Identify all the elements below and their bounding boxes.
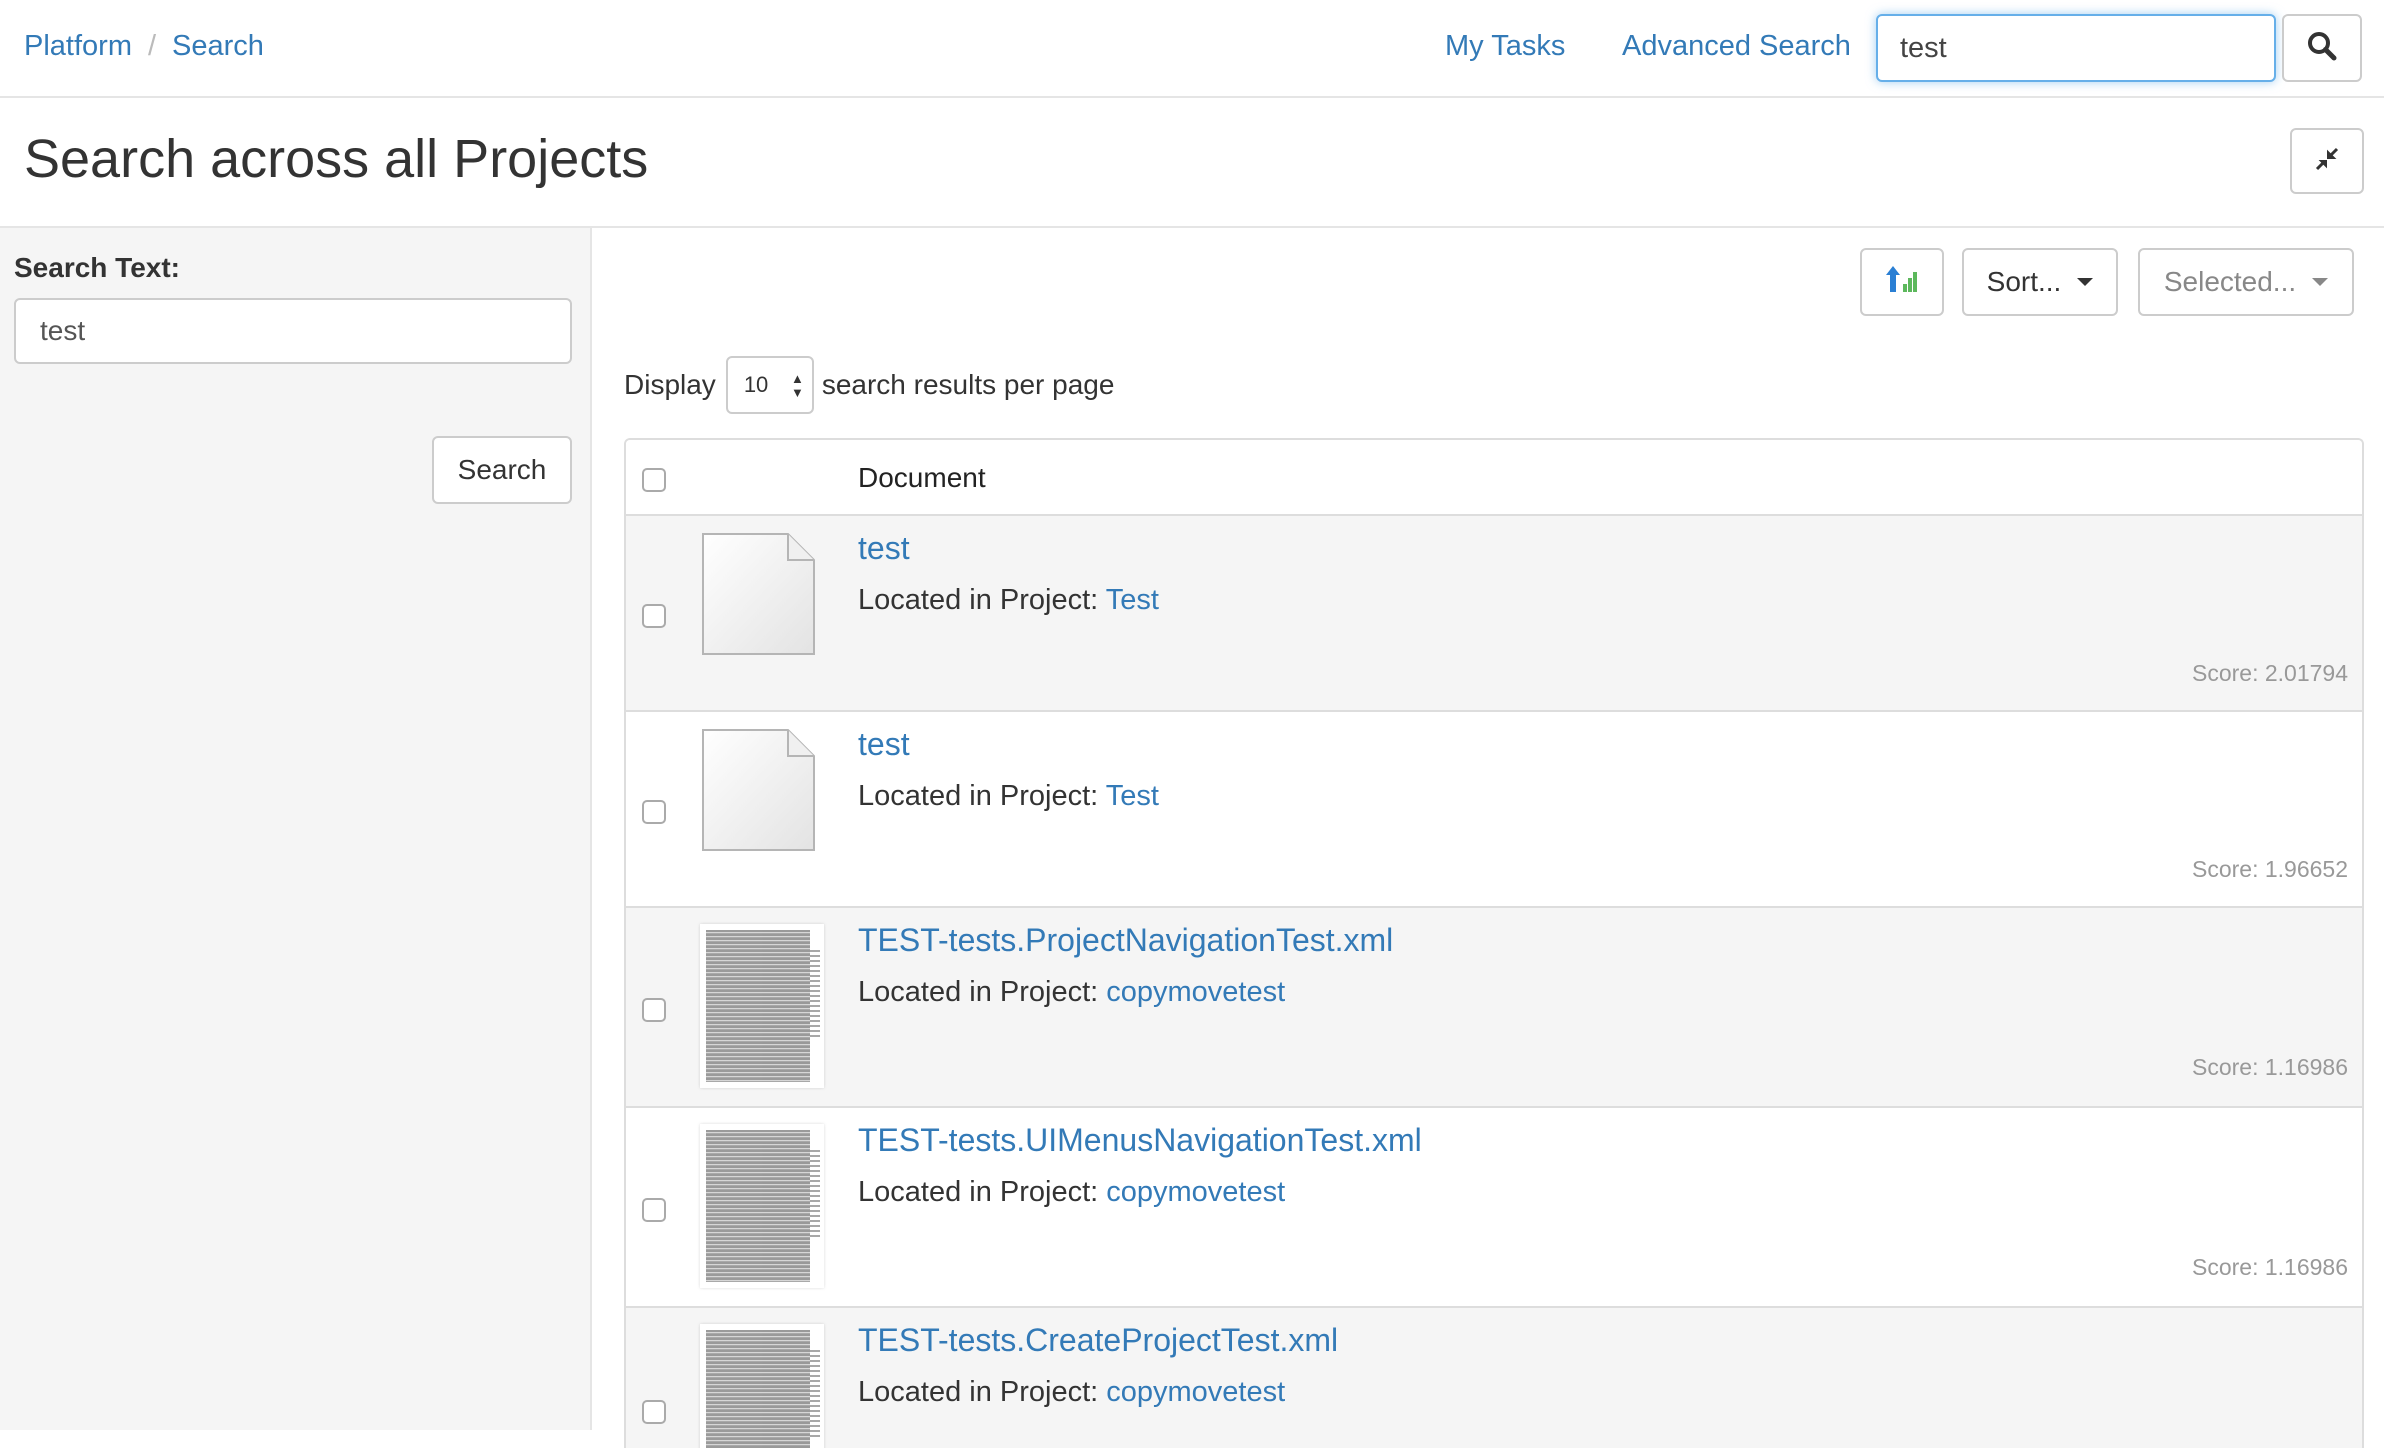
row-checkbox[interactable] — [642, 998, 666, 1022]
top-search-button[interactable] — [2282, 14, 2362, 82]
breadcrumb-platform-link[interactable]: Platform — [24, 30, 132, 62]
located-in-project: Located in Project: Test — [858, 584, 1159, 617]
per-page-select[interactable]: 10 ▲ ▼ — [725, 356, 814, 414]
collapse-button[interactable] — [2290, 128, 2364, 194]
chevron-down-icon — [2312, 278, 2329, 286]
per-page-suffix: search results per page — [821, 369, 1115, 400]
document-title-link[interactable]: TEST-tests.CreateProjectTest.xml — [858, 1322, 1338, 1359]
search-button[interactable]: Search — [432, 436, 572, 504]
results-table: Document test Located in Project: Test S… — [624, 438, 2364, 1448]
breadcrumb-separator: / — [147, 30, 157, 62]
page-title: Search across all Projects — [24, 129, 649, 189]
top-search-input[interactable] — [1876, 14, 2276, 82]
text-preview — [706, 1130, 820, 1282]
search-sidebar: Search Text: Search — [0, 228, 592, 1430]
xml-preview-thumbnail — [700, 1124, 824, 1288]
relevance-score: Score: 1.16986 — [2191, 1254, 2348, 1280]
located-in-project: Located in Project: copymovetest — [858, 976, 1285, 1009]
search-text-label: Search Text: — [14, 252, 180, 283]
project-link[interactable]: copymovetest — [1106, 976, 1285, 1008]
document-column-header: Document — [858, 462, 986, 493]
xml-preview-thumbnail — [700, 924, 824, 1088]
located-label: Located in Project: — [858, 1376, 1099, 1408]
results-header: Document — [626, 440, 2362, 516]
table-row: TEST-tests.CreateProjectTest.xml Located… — [626, 1308, 2362, 1448]
project-link[interactable]: Test — [1106, 780, 1159, 812]
chevron-down-icon — [2077, 278, 2094, 286]
sort-direction-button[interactable] — [1860, 248, 1944, 316]
per-page-value: 10 — [743, 372, 769, 397]
blank-document-icon — [702, 533, 815, 655]
search-icon — [2307, 31, 2337, 66]
relevance-score: Score: 1.96652 — [2191, 856, 2348, 882]
top-navbar: Platform / Search My Tasks Advanced Search — [0, 0, 2384, 98]
project-link[interactable]: copymovetest — [1106, 1376, 1285, 1408]
select-arrows-icon: ▲ ▼ — [790, 371, 804, 400]
results-panel: Sort... Selected... Display 10 ▲ ▼ search… — [592, 228, 2384, 1448]
table-row: test Located in Project: Test Score: 1.9… — [626, 712, 2362, 908]
row-checkbox[interactable] — [642, 604, 666, 628]
document-thumbnail[interactable] — [700, 1324, 824, 1448]
document-thumbnail[interactable] — [700, 728, 816, 857]
sort-ascending-icon — [1885, 264, 1919, 301]
table-row: TEST-tests.UIMenusNavigationTest.xml Loc… — [626, 1108, 2362, 1308]
search-text-input[interactable] — [14, 298, 572, 364]
select-all-checkbox[interactable] — [642, 468, 666, 492]
advanced-search-link[interactable]: Advanced Search — [1622, 30, 1851, 63]
breadcrumb: Platform / Search — [24, 30, 264, 63]
sort-dropdown-label: Sort... — [1986, 266, 2062, 297]
text-preview — [706, 930, 820, 1082]
located-label: Located in Project: — [858, 976, 1099, 1008]
located-in-project: Located in Project: copymovetest — [858, 1376, 1285, 1409]
row-checkbox[interactable] — [642, 800, 666, 824]
document-title-link[interactable]: TEST-tests.UIMenusNavigationTest.xml — [858, 1122, 1422, 1159]
located-label: Located in Project: — [858, 780, 1099, 812]
document-title-link[interactable]: test — [858, 726, 910, 763]
xml-preview-thumbnail — [700, 1324, 824, 1448]
document-thumbnail[interactable] — [700, 1124, 824, 1288]
row-checkbox[interactable] — [642, 1198, 666, 1222]
sort-dropdown[interactable]: Sort... — [1962, 248, 2118, 316]
display-label: Display — [624, 369, 716, 400]
located-label: Located in Project: — [858, 1176, 1099, 1208]
row-checkbox[interactable] — [642, 1400, 666, 1424]
table-row: test Located in Project: Test Score: 2.0… — [626, 516, 2362, 712]
display-per-page-row: Display 10 ▲ ▼ search results per page — [624, 356, 1114, 414]
located-label: Located in Project: — [858, 584, 1099, 616]
document-title-link[interactable]: test — [858, 530, 910, 567]
document-thumbnail[interactable] — [700, 532, 816, 661]
document-thumbnail[interactable] — [700, 924, 824, 1088]
text-preview — [706, 1330, 820, 1448]
located-in-project: Located in Project: copymovetest — [858, 1176, 1285, 1209]
blank-document-icon — [702, 729, 815, 851]
table-row: TEST-tests.ProjectNavigationTest.xml Loc… — [626, 908, 2362, 1108]
selected-actions-dropdown[interactable]: Selected... — [2138, 248, 2354, 316]
page-header: Search across all Projects — [0, 98, 2384, 228]
compress-icon — [2314, 146, 2340, 177]
selected-dropdown-label: Selected... — [2163, 266, 2297, 297]
relevance-score: Score: 1.16986 — [2191, 1054, 2348, 1080]
relevance-score: Score: 2.01794 — [2191, 660, 2348, 686]
breadcrumb-search-link[interactable]: Search — [172, 30, 264, 62]
project-link[interactable]: copymovetest — [1106, 1176, 1285, 1208]
located-in-project: Located in Project: Test — [858, 780, 1159, 813]
document-title-link[interactable]: TEST-tests.ProjectNavigationTest.xml — [858, 922, 1393, 959]
project-link[interactable]: Test — [1106, 584, 1159, 616]
my-tasks-link[interactable]: My Tasks — [1445, 30, 1565, 63]
